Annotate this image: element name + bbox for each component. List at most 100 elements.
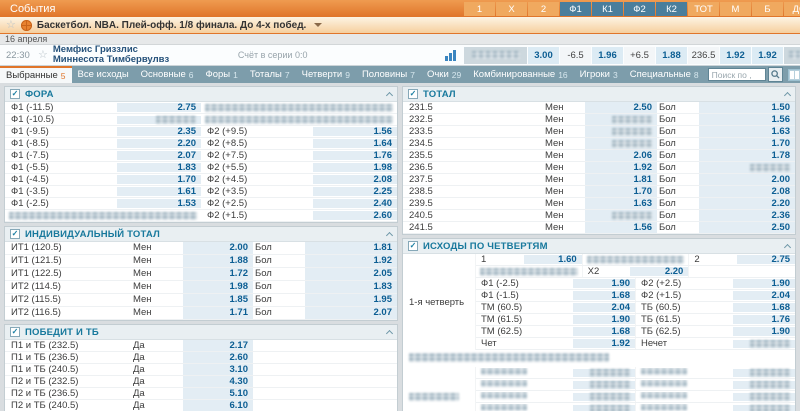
odds-button[interactable]: 1.98 xyxy=(183,281,253,293)
odds-cell[interactable]: 236.5 xyxy=(688,47,719,64)
odds-button[interactable]: 2.36 xyxy=(699,210,795,221)
odds-button[interactable]: 1.72 xyxy=(183,268,253,280)
odds-button[interactable]: 4.30 xyxy=(183,376,253,387)
odds-button[interactable]: 1.70 xyxy=(699,138,795,149)
chevron-up-icon[interactable] xyxy=(386,92,393,99)
odds-button[interactable]: 2.07 xyxy=(117,151,201,161)
tab-item[interactable]: Форы1 xyxy=(199,66,243,83)
panel-total-header[interactable]: ✓ ТОТАЛ xyxy=(403,87,795,102)
panel-quarter-outcomes-header[interactable]: ✓ ИСХОДЫ ПО ЧЕТВЕРТЯМ xyxy=(403,239,795,254)
statistics-icon[interactable] xyxy=(445,49,458,61)
odds-button[interactable]: 2.75 xyxy=(737,255,795,265)
odds-button[interactable]: 2.40 xyxy=(313,199,397,209)
odds-button[interactable]: 1.63 xyxy=(585,198,657,209)
odds-button[interactable]: 1.76 xyxy=(313,151,397,161)
odds-button[interactable]: 2.08 xyxy=(313,175,397,185)
match-teams-link[interactable]: Мемфис Гриззлис Миннесота Тимбервулвз xyxy=(53,45,238,65)
odds-button[interactable]: 1.70 xyxy=(585,186,657,197)
odds-button[interactable]: 1.90 xyxy=(733,327,795,337)
odds-button[interactable]: 1.70 xyxy=(117,175,201,185)
league-bar[interactable]: ☆ Баскетбол. NBA. Плей-офф. 1/8 финала. … xyxy=(0,17,800,34)
tab-item[interactable]: Основные6 xyxy=(135,66,200,83)
tab-item[interactable]: Все исходы xyxy=(72,66,135,83)
odds-button[interactable]: 1.83 xyxy=(305,281,397,293)
odds-button[interactable] xyxy=(733,340,795,348)
odds-button[interactable]: 2.50 xyxy=(699,222,795,233)
odds-button[interactable]: 1.53 xyxy=(117,199,201,209)
odds-button[interactable]: 1.63 xyxy=(699,126,795,137)
odds-button[interactable] xyxy=(585,138,657,149)
odds-button[interactable]: 5.10 xyxy=(183,388,253,399)
odds-button[interactable]: 2.06 xyxy=(585,150,657,161)
checkbox-checked-icon[interactable]: ✓ xyxy=(408,89,418,99)
tab-item[interactable]: Тоталы7 xyxy=(244,66,296,83)
odds-button[interactable]: 1.92 xyxy=(585,162,657,173)
checkbox-checked-icon[interactable]: ✓ xyxy=(10,327,20,337)
odds-button[interactable]: 1.71 xyxy=(183,307,253,319)
odds-button[interactable]: 2.08 xyxy=(699,186,795,197)
odds-button[interactable]: 1.90 xyxy=(573,279,635,289)
odds-button[interactable]: 1.68 xyxy=(733,303,795,313)
odds-button[interactable] xyxy=(573,393,635,401)
odds-button[interactable]: 1.88 xyxy=(183,255,253,267)
odds-cell[interactable]: 1.96 xyxy=(592,47,623,64)
odds-button[interactable]: 1.64 xyxy=(313,139,397,149)
favorite-star-icon[interactable]: ☆ xyxy=(38,50,48,61)
tab-item[interactable]: Специальные8 xyxy=(624,66,705,83)
odds-cell[interactable]: 3.00 xyxy=(528,47,559,64)
odds-button[interactable]: 2.75 xyxy=(117,103,201,113)
odds-button[interactable]: 1.68 xyxy=(573,291,635,301)
layout-two-columns-icon[interactable] xyxy=(788,69,800,81)
odds-button[interactable]: 1.98 xyxy=(313,163,397,173)
tab-selected[interactable]: Выбранные5 xyxy=(0,66,72,83)
odds-button[interactable]: 2.00 xyxy=(183,242,253,254)
odds-button[interactable]: 1.61 xyxy=(117,187,201,197)
panel-individual-total-header[interactable]: ✓ ИНДИВИДУАЛЬНЫЙ ТОТАЛ xyxy=(5,227,397,242)
odds-button[interactable]: 2.35 xyxy=(117,127,201,137)
odds-cell[interactable] xyxy=(464,47,527,64)
odds-button[interactable] xyxy=(733,369,795,377)
odds-button[interactable]: 1.60 xyxy=(524,255,582,265)
odds-button[interactable]: 1.50 xyxy=(699,102,795,113)
odds-button[interactable] xyxy=(733,393,795,401)
checkbox-checked-icon[interactable]: ✓ xyxy=(408,241,418,251)
odds-button[interactable] xyxy=(733,405,795,411)
odds-button[interactable] xyxy=(573,405,635,411)
chevron-up-icon[interactable] xyxy=(784,92,791,99)
checkbox-checked-icon[interactable]: ✓ xyxy=(10,89,20,99)
odds-button[interactable]: 6.10 xyxy=(183,400,253,411)
odds-cell[interactable]: 1.88 xyxy=(656,47,687,64)
tab-item[interactable]: Очки29 xyxy=(421,66,467,83)
odds-button[interactable]: 1.56 xyxy=(585,222,657,233)
odds-button[interactable] xyxy=(117,116,201,124)
favorite-star-icon[interactable]: ☆ xyxy=(6,20,16,31)
odds-button[interactable]: 1.68 xyxy=(573,327,635,337)
odds-cell[interactable] xyxy=(784,47,800,64)
odds-cell[interactable]: 1.92 xyxy=(720,47,751,64)
chevron-up-icon[interactable] xyxy=(784,244,791,251)
checkbox-checked-icon[interactable]: ✓ xyxy=(10,229,20,239)
tab-item[interactable]: Четверти9 xyxy=(296,66,356,83)
odds-button[interactable]: 2.50 xyxy=(585,102,657,113)
odds-cell[interactable]: -6.5 xyxy=(560,47,591,64)
search-button[interactable] xyxy=(768,67,783,82)
odds-button[interactable]: 2.00 xyxy=(699,174,795,185)
odds-button[interactable]: 2.60 xyxy=(183,352,253,363)
chevron-up-icon[interactable] xyxy=(386,330,393,337)
odds-button[interactable]: 1.56 xyxy=(699,114,795,125)
odds-button[interactable]: 1.92 xyxy=(573,339,635,349)
odds-button[interactable]: 1.76 xyxy=(733,315,795,325)
odds-button[interactable]: 2.07 xyxy=(305,307,397,319)
panel-handicap-header[interactable]: ✓ ФОРА xyxy=(5,87,397,102)
odds-button[interactable] xyxy=(699,162,795,173)
odds-cell[interactable]: 1.92 xyxy=(752,47,783,64)
odds-button[interactable]: 2.20 xyxy=(117,139,201,149)
odds-button[interactable]: 2.25 xyxy=(313,187,397,197)
odds-button[interactable]: 1.85 xyxy=(183,294,253,306)
chevron-up-icon[interactable] xyxy=(386,232,393,239)
odds-button[interactable]: 1.78 xyxy=(699,150,795,161)
odds-button[interactable]: 2.05 xyxy=(305,268,397,280)
odds-button[interactable]: 1.83 xyxy=(117,163,201,173)
odds-button[interactable]: 2.04 xyxy=(733,291,795,301)
odds-button[interactable]: 2.20 xyxy=(699,198,795,209)
